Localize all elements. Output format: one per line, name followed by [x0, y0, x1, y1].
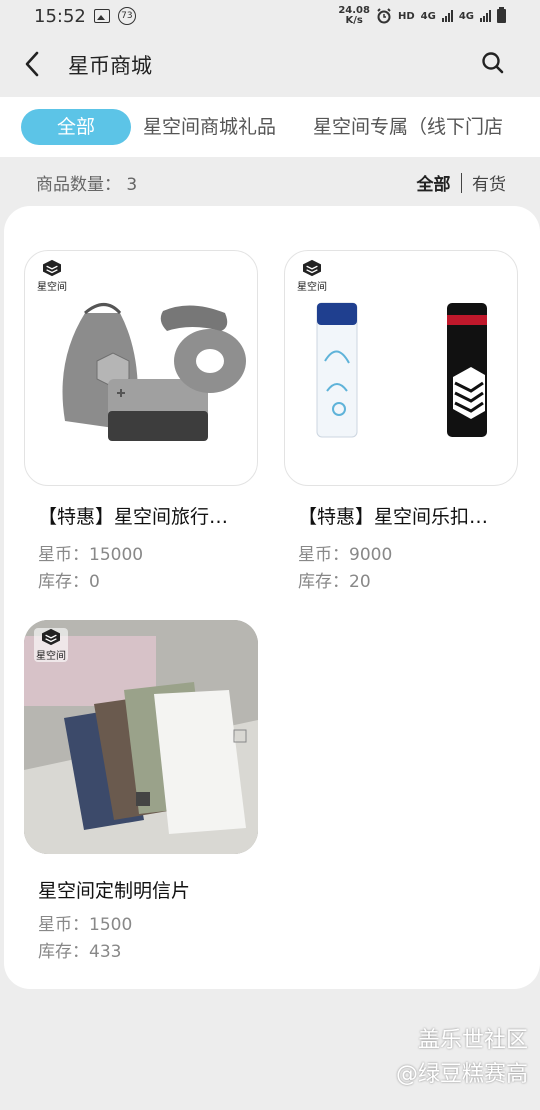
gallery-notification-icon: [93, 9, 110, 23]
signal-strength-icon-2: [480, 10, 491, 22]
product-name: 星空间定制明信片: [38, 880, 191, 902]
back-button[interactable]: [20, 50, 46, 78]
signal-strength-icon: [441, 10, 453, 22]
price-value: 1500: [89, 915, 133, 935]
product-stock: 库存：0: [38, 567, 100, 592]
product-card[interactable]: 星空间 【特惠】星空间旅行… 星币：15000 库存：0: [24, 250, 264, 592]
status-time: 15:52: [34, 5, 86, 27]
filter-in-stock-button[interactable]: 有货: [472, 170, 506, 195]
brand-logo: 星空间: [34, 628, 68, 662]
stock-label: 库存：: [298, 572, 349, 592]
search-button[interactable]: [480, 50, 506, 76]
product-count: 商品数量： 3: [36, 170, 137, 195]
network-type-2: 4G: [458, 10, 474, 22]
stock-value: 0: [89, 572, 100, 592]
filter-divider: [460, 172, 462, 193]
battery-icon: [497, 7, 506, 23]
app-header: 星币商城: [0, 32, 540, 96]
product-price: 星币：9000: [298, 540, 392, 565]
page-title: 星币商城: [68, 54, 152, 78]
stock-filter: 全部 有货: [417, 170, 506, 195]
product-count-value: 3: [126, 175, 138, 195]
cube-logo-icon: [42, 628, 60, 646]
price-label: 星币：: [38, 915, 89, 935]
alarm-icon: [376, 8, 392, 24]
product-stock: 库存：433: [38, 937, 121, 962]
stock-label: 库存：: [38, 942, 89, 962]
hd-indicator: HD: [397, 10, 415, 22]
status-bar: 15:52 73 24.08 K/s HD 4G 4G: [0, 0, 540, 32]
product-count-bar: 商品数量： 3 全部 有货: [0, 160, 540, 202]
stock-value: 20: [349, 572, 371, 592]
brand-logo-text: 星空间: [36, 651, 66, 662]
notification-count-badge: 73: [117, 7, 136, 25]
price-label: 星币：: [38, 545, 89, 565]
product-image: 星空间: [24, 620, 258, 854]
watermark-line-2: @绿豆糕赛高: [395, 1062, 528, 1087]
product-name: 【特惠】星空间乐扣…: [298, 506, 489, 528]
thermos-bottles-illustration: [316, 302, 487, 438]
product-stock: 库存：20: [298, 567, 371, 592]
community-watermark: 盖乐世社区 @绿豆糕赛高: [396, 1024, 528, 1092]
tab-all[interactable]: 全部: [21, 109, 131, 145]
price-value: 9000: [349, 545, 393, 565]
product-name: 【特惠】星空间旅行…: [38, 506, 229, 528]
filter-all-button[interactable]: 全部: [417, 170, 451, 195]
product-count-label: 商品数量：: [36, 175, 121, 195]
tab-mall-gifts[interactable]: 星空间商城礼品: [143, 109, 276, 145]
chevron-left-icon: [25, 51, 39, 77]
travel-kit-illustration: [62, 303, 246, 441]
product-price: 星币：1500: [38, 910, 132, 935]
price-label: 星币：: [298, 545, 349, 565]
product-card[interactable]: 星空间 【特惠】星空间乐扣… 星币：9000 库存：20: [284, 250, 524, 592]
stock-label: 库存：: [38, 572, 89, 592]
category-tabs: 全部 星空间商城礼品 星空间专属（线下门店: [0, 97, 540, 157]
stock-value: 433: [89, 942, 122, 962]
product-price: 星币：15000: [38, 540, 143, 565]
watermark-line-1: 盖乐世社区: [417, 1028, 528, 1053]
network-speed-unit: K/s: [345, 15, 363, 26]
product-image: 星空间: [24, 250, 258, 486]
product-image: 星空间: [284, 250, 518, 486]
tab-exclusive-offline[interactable]: 星空间专属（线下门店: [313, 109, 503, 145]
search-icon: [482, 52, 504, 74]
network-speed: 24.08 K/s: [338, 6, 370, 26]
product-card[interactable]: 星空间 星空间定制明信片 星币：1500 库存：433: [24, 620, 264, 962]
price-value: 15000: [89, 545, 144, 565]
network-type-1: 4G: [420, 10, 436, 22]
product-grid: 星空间 【特惠】星空间旅行… 星币：15000 库存：0 星空间 【特惠】星空间…: [4, 206, 540, 989]
